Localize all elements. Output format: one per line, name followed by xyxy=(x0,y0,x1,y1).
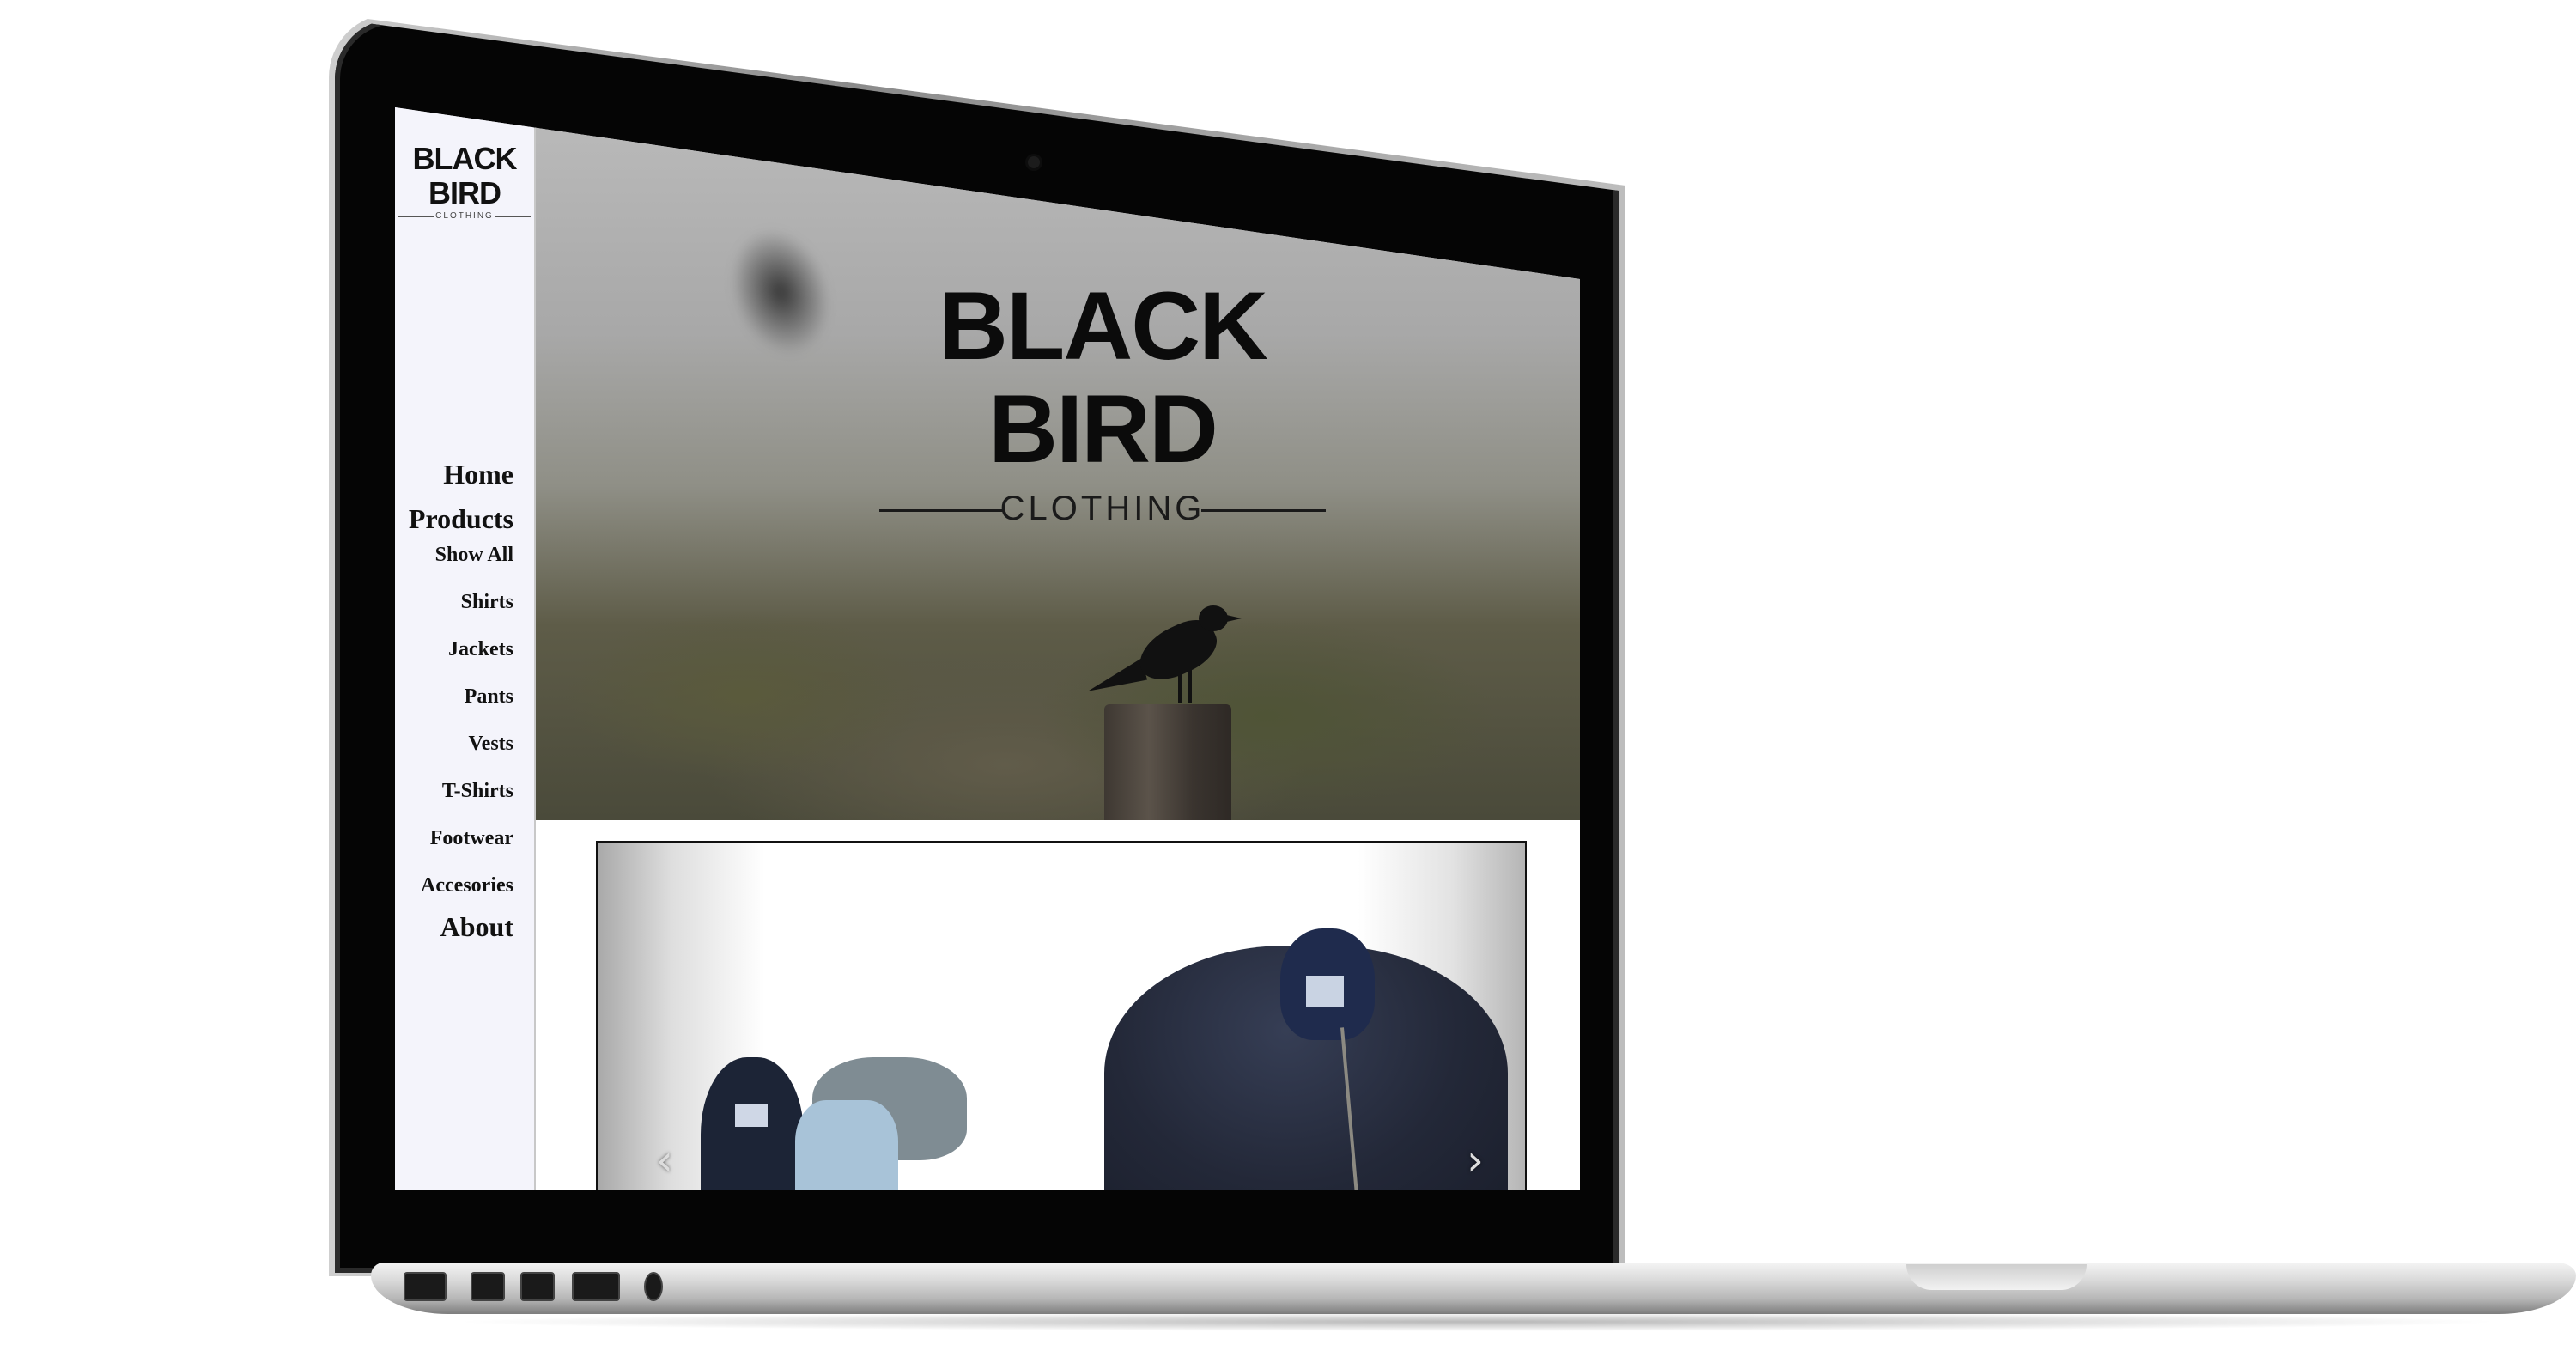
sidebar-logo-sub: CLOTHING xyxy=(395,210,534,222)
nav-accesories[interactable]: Accesories xyxy=(409,873,513,898)
nav-about[interactable]: About xyxy=(409,910,513,944)
magsafe-port-icon xyxy=(404,1272,447,1301)
navy-shoe-image xyxy=(701,1057,804,1190)
thunderbolt-port-icon-2 xyxy=(520,1272,555,1301)
nav-products[interactable]: Products xyxy=(409,502,513,536)
laptop-opening-notch xyxy=(1906,1264,2087,1290)
jacket-collar xyxy=(1280,928,1375,1040)
product-section: ‹ › xyxy=(536,820,1580,1190)
laptop-mockup: BLACK BIRD CLOTHING Home Products Show A… xyxy=(0,0,2576,1357)
chevron-left-icon[interactable]: ‹ xyxy=(649,1135,680,1186)
usb-port-icon xyxy=(572,1272,620,1301)
hero-logo: BLACK BIRD CLOTHING xyxy=(862,275,1343,529)
blurred-bird-image xyxy=(714,215,848,369)
hero-brand: BLACK BIRD xyxy=(939,272,1268,483)
product-carousel[interactable]: ‹ › xyxy=(596,841,1527,1190)
nav-show-all[interactable]: Show All xyxy=(409,543,513,567)
hero-sub: CLOTHING xyxy=(862,488,1343,529)
sidebar-logo-brand: BLACK BIRD xyxy=(412,141,518,210)
crow-beak xyxy=(1223,614,1242,623)
headphone-port-icon xyxy=(644,1272,663,1301)
nav-t-shirts[interactable]: T-Shirts xyxy=(409,779,513,803)
laptop-shadow xyxy=(447,1312,2507,1331)
nav-footwear[interactable]: Footwear xyxy=(409,826,513,850)
main-nav: Home Products Show All Shirts Jackets Pa… xyxy=(409,447,513,949)
crow-legs xyxy=(1178,667,1182,703)
light-blue-shoe-image xyxy=(795,1100,898,1190)
jacket-label xyxy=(1306,976,1344,1007)
nav-vests[interactable]: Vests xyxy=(409,732,513,756)
nav-shirts[interactable]: Shirts xyxy=(409,590,513,614)
thunderbolt-port-icon xyxy=(471,1272,505,1301)
nav-home[interactable]: Home xyxy=(409,457,513,491)
sidebar-logo[interactable]: BLACK BIRD CLOTHING xyxy=(395,142,534,222)
wooden-post-image xyxy=(1104,704,1231,820)
chevron-right-icon[interactable]: › xyxy=(1460,1135,1491,1186)
webcam-icon xyxy=(1028,156,1040,168)
nav-jackets[interactable]: Jackets xyxy=(409,637,513,661)
laptop-base xyxy=(371,1263,2576,1314)
shoe-label xyxy=(735,1104,768,1127)
browser-screen: BLACK BIRD CLOTHING Home Products Show A… xyxy=(395,107,1580,1190)
sidebar: BLACK BIRD CLOTHING Home Products Show A… xyxy=(395,107,536,1190)
nav-pants[interactable]: Pants xyxy=(409,685,513,709)
crow-tail xyxy=(1084,658,1147,695)
